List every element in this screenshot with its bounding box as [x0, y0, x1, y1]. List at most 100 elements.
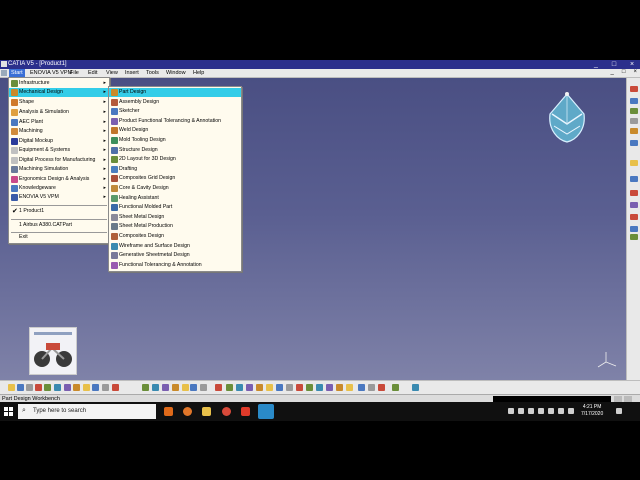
submenu-item-composites-design[interactable]: Composites Design — [109, 232, 241, 241]
toolbar-icon[interactable] — [630, 98, 638, 104]
tray-icon[interactable] — [518, 408, 524, 414]
toolbar-icon[interactable] — [630, 86, 638, 92]
toolbar-icon[interactable] — [368, 384, 375, 391]
submenu-item-sheet-metal-design[interactable]: Sheet Metal Design — [109, 213, 241, 222]
toolbar-icon[interactable] — [630, 190, 638, 196]
toolbar-icon[interactable] — [346, 384, 353, 391]
submenu-item-wireframe-and-surface-design[interactable]: Wireframe and Surface Design — [109, 242, 241, 251]
toolbar-icon[interactable] — [44, 384, 51, 391]
file-explorer-icon[interactable] — [202, 407, 211, 416]
submenu-item-functional-tolerancing-annotation[interactable]: Functional Tolerancing & Annotation — [109, 261, 241, 270]
toolbar-icon[interactable] — [296, 384, 303, 391]
menu-enovia[interactable]: ENOVIA V5 VPM — [30, 70, 72, 76]
toolbar-icon[interactable] — [266, 384, 273, 391]
menu-insert[interactable]: Insert — [125, 70, 139, 76]
toolbar-icon[interactable] — [378, 384, 385, 391]
catia-taskbar-icon[interactable] — [241, 407, 250, 416]
taskbar-search-box[interactable]: ⌕ Type here to search — [18, 404, 156, 419]
maximize-button[interactable]: □ — [608, 60, 620, 69]
start-item-shape[interactable]: Shape ▸ — [9, 98, 109, 107]
toolbar-icon[interactable] — [215, 384, 222, 391]
active-app-icon[interactable] — [258, 404, 274, 419]
toolbar-icon[interactable] — [630, 108, 638, 114]
toolbar-icon[interactable] — [316, 384, 323, 391]
tray-icon[interactable] — [528, 408, 534, 414]
submenu-item-2d-layout-for-3d-design[interactable]: 2D Layout for 3D Design — [109, 155, 241, 164]
submenu-item-generative-sheetmetal-design[interactable]: Generative Sheetmetal Design — [109, 251, 241, 260]
tray-icon[interactable] — [548, 408, 554, 414]
toolbar-icon[interactable] — [392, 384, 399, 391]
menu-tools[interactable]: Tools — [146, 70, 159, 76]
toolbar-icon[interactable] — [358, 384, 365, 391]
compass-icon[interactable] — [544, 90, 590, 148]
network-icon[interactable] — [568, 408, 574, 414]
toolbar-icon[interactable] — [630, 118, 638, 124]
toolbar-icon[interactable] — [226, 384, 233, 391]
menu-help[interactable]: Help — [193, 70, 204, 76]
toolbar-icon[interactable] — [142, 384, 149, 391]
taskbar-clock[interactable]: 4:21 PM 7/17/2020 — [581, 404, 603, 418]
start-item-aec-plant[interactable]: AEC Plant ▸ — [9, 118, 109, 127]
submenu-item-sheet-metal-production[interactable]: Sheet Metal Production — [109, 222, 241, 231]
menu-edit[interactable]: Edit — [88, 70, 97, 76]
toolbar-icon[interactable] — [630, 202, 638, 208]
submenu-item-composites-grid-design[interactable]: Composites Grid Design — [109, 174, 241, 183]
toolbar-icon[interactable] — [336, 384, 343, 391]
menu-window[interactable]: Window — [166, 70, 186, 76]
start-item-machining-simulation[interactable]: Machining Simulation ▸ — [9, 165, 109, 174]
tray-icon[interactable] — [508, 408, 514, 414]
toolbar-icon[interactable] — [17, 384, 24, 391]
toolbar-icon[interactable] — [182, 384, 189, 391]
toolbar-icon[interactable] — [630, 176, 638, 182]
toolbar-icon[interactable] — [162, 384, 169, 391]
chrome-icon[interactable] — [222, 407, 231, 416]
toolbar-icon[interactable] — [152, 384, 159, 391]
start-item-digital-mockup[interactable]: Digital Mockup ▸ — [9, 137, 109, 146]
microphone-icon[interactable] — [538, 408, 544, 414]
toolbar-icon[interactable] — [73, 384, 80, 391]
submenu-item-assembly-design[interactable]: Assembly Design — [109, 98, 241, 107]
toolbar-icon[interactable] — [35, 384, 42, 391]
toolbar-icon[interactable] — [286, 384, 293, 391]
toolbar-icon[interactable] — [172, 384, 179, 391]
task-view-icon[interactable] — [164, 407, 173, 416]
firefox-icon[interactable] — [183, 407, 192, 416]
submenu-item-drafting[interactable]: Drafting — [109, 165, 241, 174]
start-item-mechanical-design[interactable]: Mechanical Design ▸ — [9, 88, 109, 97]
toolbar-icon[interactable] — [412, 384, 419, 391]
toolbar-icon[interactable] — [630, 214, 638, 220]
window-item-product1[interactable]: ✔ 1 Product1 — [9, 207, 109, 216]
start-item-machining[interactable]: Machining ▸ — [9, 127, 109, 136]
toolbar-icon[interactable] — [630, 140, 638, 146]
start-item-ergonomics[interactable]: Ergonomics Design & Analysis ▸ — [9, 175, 109, 184]
menu-file[interactable]: File — [70, 70, 79, 76]
toolbar-icon[interactable] — [630, 128, 638, 134]
exit-item[interactable]: Exit — [9, 233, 109, 242]
toolbar-icon[interactable] — [8, 384, 15, 391]
doc-restore-button[interactable]: □ — [622, 69, 626, 75]
start-item-infrastructure[interactable]: Infrastructure ▸ — [9, 79, 109, 88]
notification-icon[interactable] — [616, 408, 622, 414]
toolbar-icon[interactable] — [102, 384, 109, 391]
toolbar-icon[interactable] — [630, 226, 638, 232]
toolbar-icon[interactable] — [200, 384, 207, 391]
start-item-analysis[interactable]: Analysis & Simulation ▸ — [9, 108, 109, 117]
close-button[interactable]: × — [626, 60, 638, 69]
toolbar-icon[interactable] — [190, 384, 197, 391]
toolbar-icon[interactable] — [326, 384, 333, 391]
windows-start-icon[interactable] — [4, 407, 13, 416]
menu-start[interactable]: Start — [9, 69, 25, 77]
menu-view[interactable]: View — [106, 70, 118, 76]
submenu-item-structure-design[interactable]: Structure Design — [109, 146, 241, 155]
recent-file-item[interactable]: 1 Airbus A380.CATPart — [9, 221, 109, 230]
submenu-item-core-cavity-design[interactable]: Core & Cavity Design — [109, 184, 241, 193]
toolbar-icon[interactable] — [246, 384, 253, 391]
toolbar-icon[interactable] — [83, 384, 90, 391]
tray-icon[interactable] — [558, 408, 564, 414]
start-item-digital-process[interactable]: Digital Process for Manufacturing ▸ — [9, 156, 109, 165]
doc-minimize-button[interactable]: _ — [611, 69, 614, 75]
toolbar-icon[interactable] — [306, 384, 313, 391]
toolbar-icon[interactable] — [64, 384, 71, 391]
submenu-item-sketcher[interactable]: Sketcher — [109, 107, 241, 116]
start-item-enovia[interactable]: ENOVIA V5 VPM ▸ — [9, 193, 109, 202]
